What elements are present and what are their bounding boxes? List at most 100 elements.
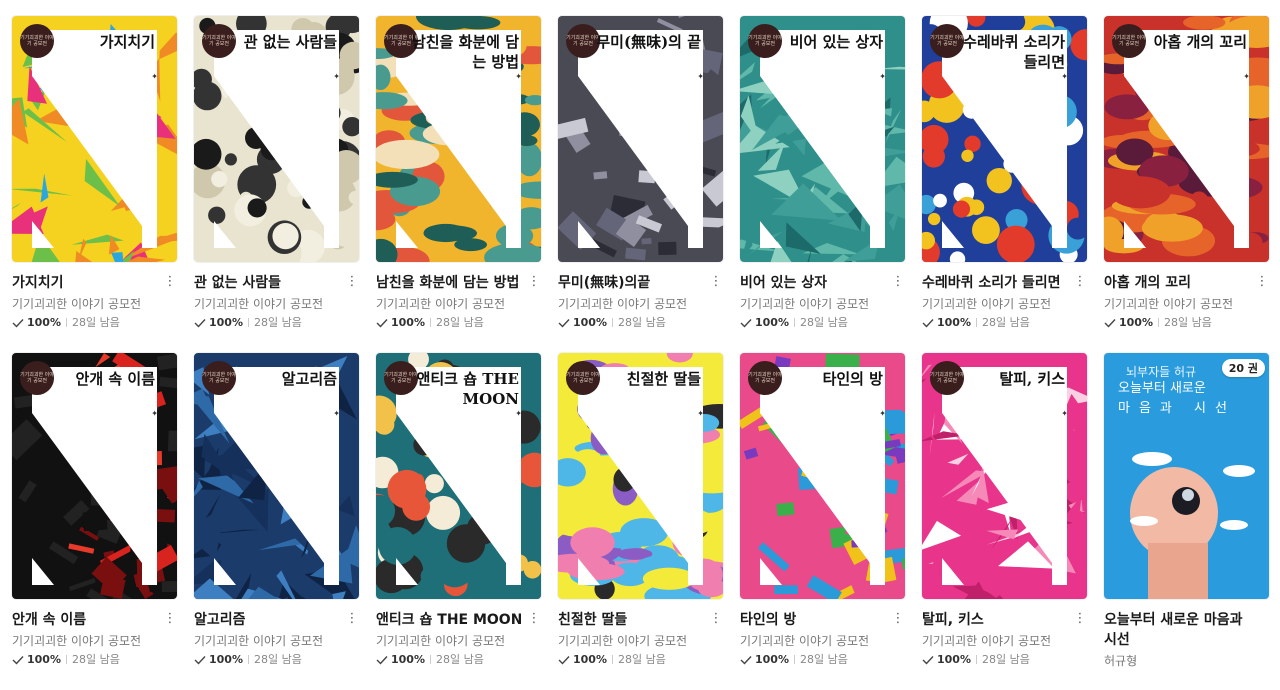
publisher-seal: 기기괴괴한 이야기 공모전 (566, 361, 600, 395)
publisher-seal: 기기괴괴한 이야기 공모전 (748, 24, 782, 58)
publisher-seal: 기기괴괴한 이야기 공모전 (566, 24, 600, 58)
book-author: 기기괴괴한 이야기 공모전 (558, 633, 723, 649)
book-title[interactable]: 수레바퀴 소리가 들리면 (922, 273, 1061, 293)
book-title[interactable]: 아홉 개의 꼬리 (1104, 273, 1191, 293)
cover-title: 앤티크 숍 THE MOON (399, 369, 519, 409)
book-cover[interactable]: 기기괴괴한 이야기 공모전 무미(無味)의 끝 ✦ (558, 16, 723, 262)
book-cover[interactable]: 기기괴괴한 이야기 공모전 앤티크 숍 THE MOON ✦ (376, 353, 541, 599)
book-cover[interactable]: 기기괴괴한 이야기 공모전 비어 있는 상자 ✦ (740, 16, 905, 262)
more-options-icon[interactable]: ⋮ (163, 273, 177, 291)
book-card-7[interactable]: 기기괴괴한 이야기 공모전 아홉 개의 꼬리 ✦ 아홉 개의 꼬리 ⋮ 기기괴괴… (1104, 16, 1269, 353)
days-remaining: 28일 남음 (800, 652, 848, 667)
book-cover[interactable]: 기기괴괴한 이야기 공모전 가지치기 ✦ (12, 16, 177, 262)
reading-status: 100% 28일 남음 (12, 652, 177, 667)
book-card-2[interactable]: 기기괴괴한 이야기 공모전 관 없는 사람들 ✦ 관 없는 사람들 ⋮ 기기괴괴… (194, 16, 359, 353)
progress-percent: 100% (937, 652, 971, 667)
library-row-1: 기기괴괴한 이야기 공모전 가지치기 ✦ 가지치기 ⋮ 기기괴괴한 이야기 공모… (12, 16, 1272, 353)
more-options-icon[interactable]: ⋮ (709, 610, 723, 628)
book-author: 기기괴괴한 이야기 공모전 (740, 296, 905, 312)
book-cover[interactable]: 기기괴괴한 이야기 공모전 탈피, 키스 ✦ (922, 353, 1087, 599)
book-title[interactable]: 남친을 화분에 담는 방법 (376, 273, 519, 293)
days-remaining: 28일 남음 (800, 315, 848, 330)
more-options-icon[interactable]: ⋮ (1255, 273, 1269, 291)
publisher-seal: 기기괴괴한 이야기 공모전 (1112, 24, 1146, 58)
book-cover[interactable]: 기기괴괴한 이야기 공모전 관 없는 사람들 ✦ (194, 16, 359, 262)
library-row-2: 기기괴괴한 이야기 공모전 안개 속 이름 ✦ 안개 속 이름 ⋮ 기기괴괴한 … (12, 353, 1272, 690)
book-card-9[interactable]: 기기괴괴한 이야기 공모전 알고리즘 ✦ 알고리즘 ⋮ 기기괴괴한 이야기 공모… (194, 353, 359, 690)
publisher-seal: 기기괴괴한 이야기 공모전 (20, 361, 54, 395)
more-options-icon[interactable]: ⋮ (345, 610, 359, 628)
divider (1158, 318, 1159, 327)
book-title[interactable]: 안개 속 이름 (12, 610, 86, 630)
more-options-icon[interactable]: ⋮ (527, 273, 541, 291)
book-cover[interactable]: 기기괴괴한 이야기 공모전 알고리즘 ✦ (194, 353, 359, 599)
more-options-icon[interactable]: ⋮ (345, 273, 359, 291)
cover-title: 관 없는 사람들 (244, 32, 337, 52)
progress-percent: 100% (1119, 315, 1153, 330)
book-title[interactable]: 무미(無味)의끝 (558, 273, 650, 293)
progress-percent: 100% (755, 315, 789, 330)
book-cover[interactable]: 기기괴괴한 이야기 공모전 수레바퀴 소리가 들리면 ✦ (922, 16, 1087, 262)
library-grid: 기기괴괴한 이야기 공모전 가지치기 ✦ 가지치기 ⋮ 기기괴괴한 이야기 공모… (12, 16, 1272, 690)
sparkle-icon: ✦ (1061, 409, 1068, 418)
book-card-6[interactable]: 기기괴괴한 이야기 공모전 수레바퀴 소리가 들리면 ✦ 수레바퀴 소리가 들리… (922, 16, 1087, 353)
book-title[interactable]: 비어 있는 상자 (740, 273, 827, 293)
sparkle-icon: ✦ (697, 409, 704, 418)
reading-status: 100% 28일 남음 (1104, 315, 1269, 330)
book-card-11[interactable]: 기기괴괴한 이야기 공모전 친절한 딸들 ✦ 친절한 딸들 ⋮ 기기괴괴한 이야… (558, 353, 723, 690)
more-options-icon[interactable]: ⋮ (891, 610, 905, 628)
days-remaining: 28일 남음 (982, 315, 1030, 330)
book-title[interactable]: 오늘부터 새로운 마음과 시선 (1104, 610, 1254, 650)
book-cover[interactable]: 기기괴괴한 이야기 공모전 안개 속 이름 ✦ (12, 353, 177, 599)
divider (612, 655, 613, 664)
book-card-4[interactable]: 기기괴괴한 이야기 공모전 무미(無味)의 끝 ✦ 무미(無味)의끝 ⋮ 기기괴… (558, 16, 723, 353)
reading-status: 100% 28일 남음 (922, 315, 1087, 330)
check-icon (740, 655, 752, 665)
book-card[interactable]: 뇌부자들 허규 20 권 오늘부터 새로운 마음과 시선 오늘부터 새로운 마음… (1104, 353, 1269, 690)
book-cover[interactable]: 기기괴괴한 이야기 공모전 남친을 화분에 담는 방법 ✦ (376, 16, 541, 262)
reading-status: 100% 28일 남음 (376, 652, 541, 667)
book-cover[interactable]: 기기괴괴한 이야기 공모전 친절한 딸들 ✦ (558, 353, 723, 599)
reading-status: 100% 28일 남음 (194, 315, 359, 330)
book-card-12[interactable]: 기기괴괴한 이야기 공모전 타인의 방 ✦ 타인의 방 ⋮ 기기괴괴한 이야기 … (740, 353, 905, 690)
book-title[interactable]: 가지치기 (12, 273, 64, 293)
book-title[interactable]: 탈피, 키스 (922, 610, 984, 630)
divider (66, 318, 67, 327)
progress-percent: 100% (573, 315, 607, 330)
more-options-icon[interactable]: ⋮ (1073, 273, 1087, 291)
divider (430, 318, 431, 327)
divider (612, 318, 613, 327)
book-card-1[interactable]: 기기괴괴한 이야기 공모전 가지치기 ✦ 가지치기 ⋮ 기기괴괴한 이야기 공모… (12, 16, 177, 353)
more-options-icon[interactable]: ⋮ (527, 610, 541, 628)
book-title[interactable]: 알고리즘 (194, 610, 246, 630)
book-card-8[interactable]: 기기괴괴한 이야기 공모전 안개 속 이름 ✦ 안개 속 이름 ⋮ 기기괴괴한 … (12, 353, 177, 690)
days-remaining: 28일 남음 (982, 652, 1030, 667)
book-cover[interactable]: 기기괴괴한 이야기 공모전 아홉 개의 꼬리 ✦ (1104, 16, 1269, 262)
book-card-13[interactable]: 기기괴괴한 이야기 공모전 탈피, 키스 ✦ 탈피, 키스 ⋮ 기기괴괴한 이야… (922, 353, 1087, 690)
book-title[interactable]: 관 없는 사람들 (194, 273, 281, 293)
book-author: 기기괴괴한 이야기 공모전 (740, 633, 905, 649)
days-remaining: 28일 남음 (436, 652, 484, 667)
book-card-10[interactable]: 기기괴괴한 이야기 공모전 앤티크 숍 THE MOON ✦ 앤티크 숍 THE… (376, 353, 541, 690)
book-title[interactable]: 타인의 방 (740, 610, 796, 630)
book-cover[interactable]: 기기괴괴한 이야기 공모전 타인의 방 ✦ (740, 353, 905, 599)
book-card-3[interactable]: 기기괴괴한 이야기 공모전 남친을 화분에 담는 방법 ✦ 남친을 화분에 담는… (376, 16, 541, 353)
sparkle-icon: ✦ (515, 409, 522, 418)
more-options-icon[interactable]: ⋮ (1073, 610, 1087, 628)
divider (976, 655, 977, 664)
more-options-icon[interactable]: ⋮ (891, 273, 905, 291)
book-title[interactable]: 앤티크 숍 THE MOON (376, 610, 521, 630)
check-icon (558, 318, 570, 328)
cover-title: 무미(無味)의 끝 (596, 32, 701, 52)
cover-title: 가지치기 (100, 32, 155, 52)
cover-title: 아홉 개의 꼬리 (1154, 32, 1247, 52)
more-options-icon[interactable]: ⋮ (163, 610, 177, 628)
book-author: 기기괴괴한 이야기 공모전 (194, 633, 359, 649)
divider (976, 318, 977, 327)
book-cover[interactable]: 뇌부자들 허규 20 권 오늘부터 새로운 마음과 시선 (1104, 353, 1269, 599)
book-title[interactable]: 친절한 딸들 (558, 610, 627, 630)
more-options-icon[interactable]: ⋮ (709, 273, 723, 291)
divider (66, 655, 67, 664)
reading-status: 100% 28일 남음 (194, 652, 359, 667)
book-card-5[interactable]: 기기괴괴한 이야기 공모전 비어 있는 상자 ✦ 비어 있는 상자 ⋮ 기기괴괴… (740, 16, 905, 353)
